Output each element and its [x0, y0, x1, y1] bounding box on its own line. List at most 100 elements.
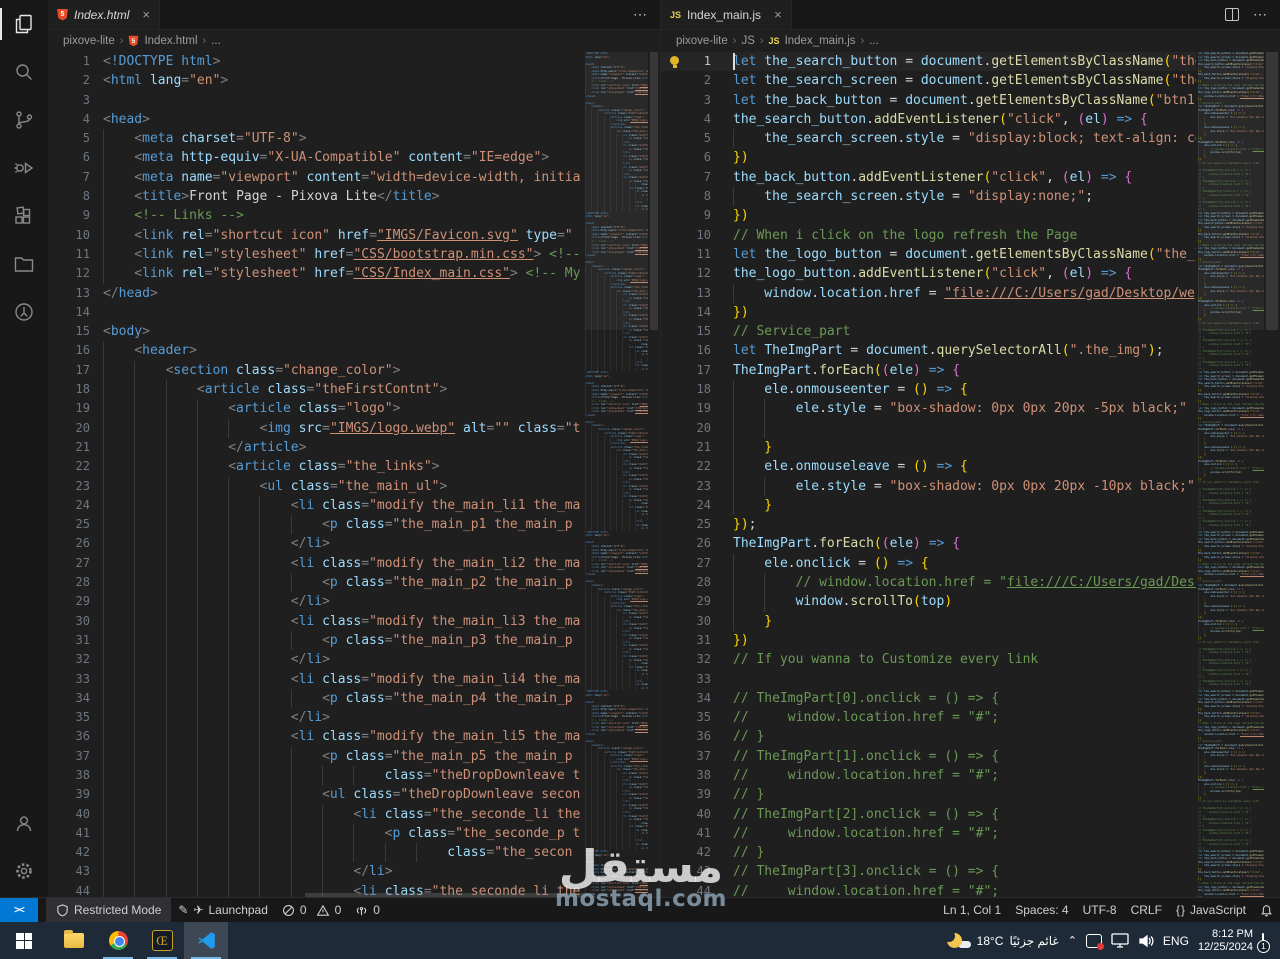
code-line[interactable]: 38// window.location.href = "#";: [661, 766, 1196, 785]
code-line[interactable]: 18ele.onmouseenter = () => {: [661, 380, 1196, 399]
code-line[interactable]: 33: [661, 670, 1196, 689]
code-editor-html[interactable]: 1<!DOCTYPE html>2<html lang="en">34<head…: [48, 52, 660, 897]
gold-app-button[interactable]: Œ: [140, 922, 184, 959]
code-line[interactable]: 26</li>: [48, 534, 585, 553]
code-line[interactable]: 1let the_search_button = document.getEle…: [661, 52, 1196, 71]
code-line[interactable]: 44// window.location.href = "#";: [661, 882, 1196, 897]
clock[interactable]: 8:12 PM 12/25/2024: [1198, 928, 1253, 954]
code-line[interactable]: 41<p class="the_seconde_p t: [48, 824, 585, 843]
notifications-bell[interactable]: [1253, 898, 1280, 922]
code-line[interactable]: 43// TheImgPart[3].onclick = () => {: [661, 862, 1196, 881]
tab-index-main-js[interactable]: JS Index_main.js ×: [661, 0, 792, 29]
tab-index-html[interactable]: 5 Index.html ×: [48, 0, 160, 29]
code-line[interactable]: 28<p class="the_main_p2 the_main_p: [48, 573, 585, 592]
tray-chevron-up-icon[interactable]: ⌃: [1068, 934, 1077, 947]
code-line[interactable]: 14: [48, 303, 585, 322]
code-line[interactable]: 5the_search_screen.style = "display:bloc…: [661, 129, 1196, 148]
weather-widget[interactable]: 18°C غائم جزئيًا: [947, 933, 1059, 948]
code-line[interactable]: 20<img src="IMGS/logo.webp" alt="" class…: [48, 419, 585, 438]
code-line[interactable]: 17<section class="change_color">: [48, 361, 585, 380]
code-line[interactable]: 12the_logo_button.addEventListener("clic…: [661, 264, 1196, 283]
code-line[interactable]: 14}): [661, 303, 1196, 322]
extensions-icon[interactable]: [0, 192, 48, 240]
code-line[interactable]: 33<li class="modify the_main_li4 the_ma: [48, 670, 585, 689]
code-line[interactable]: 11let the_logo_button = document.getElem…: [661, 245, 1196, 264]
code-line[interactable]: 24<li class="modify the_main_li1 the_ma: [48, 496, 585, 515]
code-line[interactable]: 22<article class="the_links">: [48, 457, 585, 476]
code-line[interactable]: 24}: [661, 496, 1196, 515]
code-line[interactable]: 31<p class="the_main_p3 the_main_p: [48, 631, 585, 650]
input-language[interactable]: ENG: [1163, 934, 1189, 948]
indentation[interactable]: Spaces: 4: [1008, 898, 1075, 922]
vertical-scrollbar[interactable]: [1264, 52, 1280, 897]
code-line[interactable]: 19<article class="logo">: [48, 399, 585, 418]
minimap[interactable]: let the_search_button = document.getElem…: [1198, 52, 1264, 897]
speaker-icon[interactable]: [1138, 934, 1154, 948]
encoding[interactable]: UTF-8: [1076, 898, 1124, 922]
code-line[interactable]: 36<li class="modify the_main_li5 the_ma: [48, 727, 585, 746]
code-line[interactable]: 13</head>: [48, 284, 585, 303]
code-line[interactable]: 4the_search_button.addEventListener("cli…: [661, 110, 1196, 129]
code-line[interactable]: 3: [48, 91, 585, 110]
code-line[interactable]: 34// TheImgPart[0].onclick = () => {: [661, 689, 1196, 708]
minimap[interactable]: <!DOCTYPE html><html lang="en"><head><me…: [585, 52, 648, 897]
source-control-icon[interactable]: [0, 96, 48, 144]
code-line[interactable]: 25});: [661, 515, 1196, 534]
code-line[interactable]: 5<meta charset="UTF-8">: [48, 129, 585, 148]
settings-gear-icon[interactable]: [0, 847, 48, 895]
action-center-button[interactable]: 1: [1262, 934, 1264, 948]
code-line[interactable]: 9}): [661, 206, 1196, 225]
screen-record-icon[interactable]: [1086, 934, 1102, 948]
breadcrumb-symbol[interactable]: ...: [211, 35, 221, 47]
code-line[interactable]: 32// If you wanna to Customize every lin…: [661, 650, 1196, 669]
code-line[interactable]: 21</article>: [48, 438, 585, 457]
code-line[interactable]: 2let the_search_screen = document.getEle…: [661, 71, 1196, 90]
code-editor-js[interactable]: 1let the_search_button = document.getEle…: [661, 52, 1280, 897]
code-line[interactable]: 2<html lang="en">: [48, 71, 585, 90]
breadcrumb-symbol[interactable]: ...: [869, 35, 879, 47]
folder-icon[interactable]: [0, 240, 48, 288]
close-icon[interactable]: ×: [142, 7, 150, 22]
code-line[interactable]: 10// When i click on the logo refresh th…: [661, 226, 1196, 245]
breadcrumb-subfolder[interactable]: JS: [741, 35, 754, 47]
launchpad-button[interactable]: ✎ ✈ Launchpad: [171, 898, 275, 922]
code-line[interactable]: 28// window.location.href = "file:///C:/…: [661, 573, 1196, 592]
code-line[interactable]: 23ele.style = "box-shadow: 0px 0px 20px …: [661, 477, 1196, 496]
code-line[interactable]: 8the_search_screen.style = "display:none…: [661, 187, 1196, 206]
chrome-button[interactable]: [96, 922, 140, 959]
code-line[interactable]: 40// TheImgPart[2].onclick = () => {: [661, 805, 1196, 824]
code-line[interactable]: 22ele.onmouseleave = () => {: [661, 457, 1196, 476]
search-icon[interactable]: [0, 48, 48, 96]
start-button[interactable]: [2, 922, 46, 959]
restricted-mode-badge[interactable]: Restricted Mode: [46, 898, 171, 922]
remote-explorer-icon[interactable]: [0, 288, 48, 336]
code-line[interactable]: 36// }: [661, 727, 1196, 746]
run-debug-icon[interactable]: [0, 144, 48, 192]
code-line[interactable]: 30}: [661, 612, 1196, 631]
file-explorer-button[interactable]: [52, 922, 96, 959]
code-line[interactable]: 12<link rel="stylesheet" href="CSS/Index…: [48, 264, 585, 283]
code-line[interactable]: 27<li class="modify the_main_li2 the_ma: [48, 554, 585, 573]
explorer-icon[interactable]: [0, 0, 48, 48]
breadcrumb-file[interactable]: Index_main.js: [785, 35, 856, 47]
code-line[interactable]: 43</li>: [48, 862, 585, 881]
more-actions-icon[interactable]: ⋯: [633, 6, 648, 23]
code-line[interactable]: 34<p class="the_main_p4 the_main_p: [48, 689, 585, 708]
eol-sequence[interactable]: CRLF: [1124, 898, 1169, 922]
code-line[interactable]: 42class="the_secon: [48, 843, 585, 862]
code-line[interactable]: 35</li>: [48, 708, 585, 727]
code-line[interactable]: 29window.scrollTo(top): [661, 592, 1196, 611]
close-icon[interactable]: ×: [774, 7, 782, 22]
split-editor-icon[interactable]: [1225, 8, 1239, 21]
code-line[interactable]: 9<!-- Links -->: [48, 206, 585, 225]
language-mode[interactable]: { } JavaScript: [1169, 898, 1253, 922]
ports-indicator[interactable]: 0: [348, 898, 387, 922]
code-line[interactable]: 11<link rel="stylesheet" href="CSS/boots…: [48, 245, 585, 264]
code-line[interactable]: 15<body>: [48, 322, 585, 341]
vscode-button[interactable]: [184, 922, 228, 959]
code-line[interactable]: 23<ul class="the_main_ul">: [48, 477, 585, 496]
code-line[interactable]: 4<head>: [48, 110, 585, 129]
code-line[interactable]: 13window.location.href = "file:///C:/Use…: [661, 284, 1196, 303]
code-line[interactable]: 8<title>Front Page - Pixova Lite</title>: [48, 187, 585, 206]
code-line[interactable]: 7<meta name="viewport" content="width=de…: [48, 168, 585, 187]
